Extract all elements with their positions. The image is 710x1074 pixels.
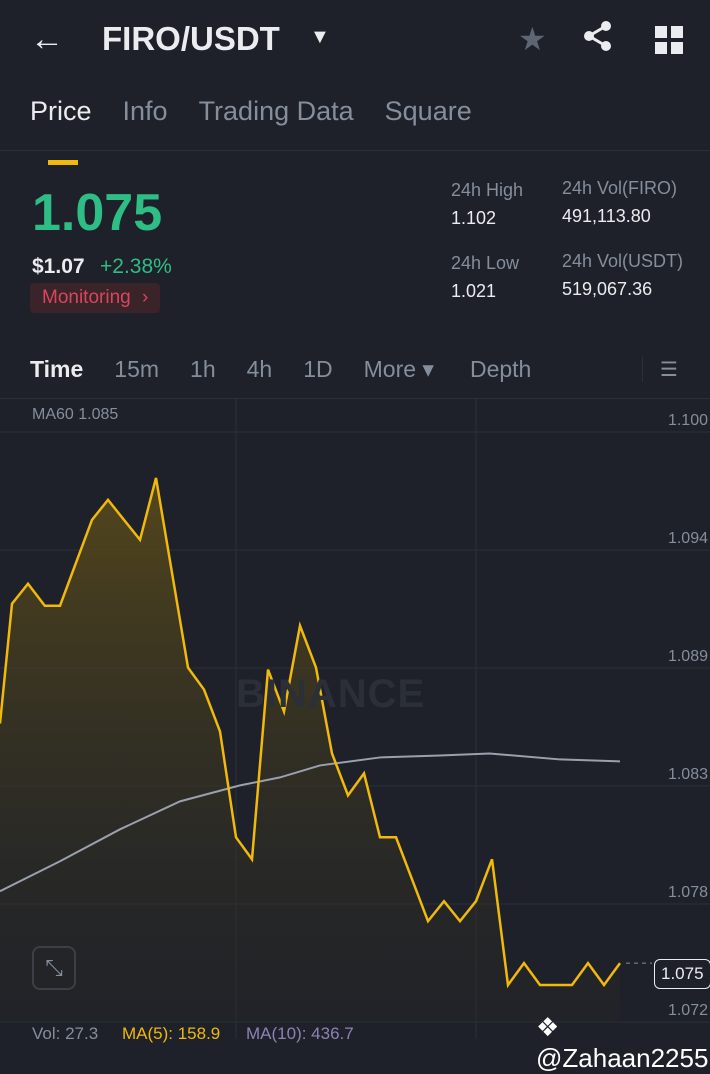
interval-1h[interactable]: 1h (190, 356, 216, 383)
high-value: 1.102 (451, 208, 497, 228)
star-icon[interactable]: ★ (518, 20, 547, 58)
expand-icon[interactable]: ⤡ (32, 946, 76, 990)
tab-trading-data[interactable]: Trading Data (199, 96, 354, 127)
vol-quote-label: 24h Vol(USDT) (562, 251, 684, 271)
tab-price[interactable]: Price (30, 96, 92, 165)
interval-more[interactable]: More ▾ (364, 356, 434, 383)
tab-info[interactable]: Info (123, 96, 168, 127)
volume-label: Vol: 27.3 (32, 1024, 99, 1043)
interval-4h[interactable]: 4h (247, 356, 273, 383)
divider (0, 150, 710, 151)
interval-depth[interactable]: Depth (470, 356, 531, 383)
grid-icon[interactable] (655, 26, 683, 54)
tab-bar: Price Info Trading Data Square (30, 96, 472, 165)
vol-base-label: 24h Vol(FIRO) (562, 178, 678, 198)
binance-logo-icon: ❖ (536, 1012, 560, 1042)
monitoring-label: Monitoring (42, 287, 131, 308)
interval-time[interactable]: Time (30, 356, 83, 383)
high-label: 24h High (451, 180, 524, 200)
last-price-tag: 1.075 (654, 959, 710, 989)
vol-base-value: 491,113.80 (562, 206, 651, 226)
low-value: 1.021 (451, 281, 497, 301)
binance-watermark: BINANCE (236, 672, 426, 716)
monitoring-badge[interactable]: Monitoring › (30, 283, 161, 313)
interval-15m[interactable]: 15m (114, 356, 159, 383)
interval-1d[interactable]: 1D (303, 356, 332, 383)
handle-text: @Zahaan2255 (536, 1043, 709, 1073)
pair-dropdown-icon[interactable]: ▼ (310, 26, 330, 49)
share-icon[interactable] (582, 20, 614, 60)
y-tick-label: 1.100 (667, 412, 708, 429)
back-button[interactable]: ← (30, 20, 64, 59)
y-tick-label: 1.094 (667, 530, 708, 547)
user-handle: ❖ @Zahaan2255 (536, 1012, 710, 1074)
y-tick-label: 1.083 (667, 766, 708, 783)
chevron-right-icon: › (142, 287, 149, 308)
y-tick-label: 1.089 (667, 648, 708, 665)
pair-title[interactable]: FIRO/USDT (102, 20, 280, 58)
volume-ma10: MA(10): 436.7 (246, 1024, 354, 1043)
price-chart[interactable] (0, 399, 710, 1039)
volume-ma5: MA(5): 158.9 (122, 1024, 221, 1043)
last-price: 1.075 (32, 184, 163, 242)
chart-settings-icon[interactable]: ☰ (660, 357, 678, 382)
usd-price: $1.07 (32, 255, 85, 278)
divider (642, 356, 643, 382)
y-tick-label: 1.078 (667, 884, 708, 901)
price-change: +2.38% (100, 255, 172, 278)
vol-quote-value: 519,067.36 (562, 279, 653, 299)
price-area (0, 477, 620, 1023)
low-label: 24h Low (451, 253, 520, 273)
interval-bar: Time 15m 1h 4h 1D More ▾ Depth (30, 356, 562, 383)
tab-square[interactable]: Square (385, 96, 472, 127)
ma60-legend: MA60 1.085 (32, 406, 119, 423)
